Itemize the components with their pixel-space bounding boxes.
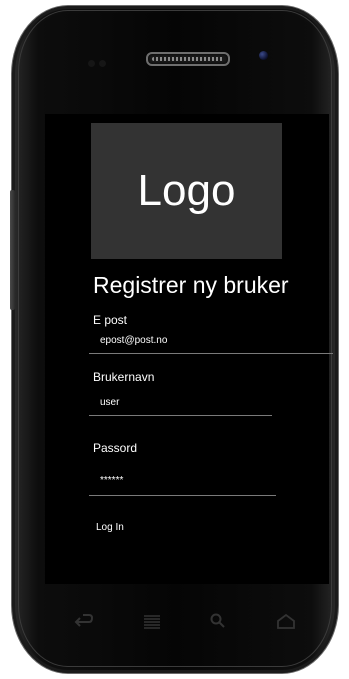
- login-button[interactable]: Log In: [96, 522, 124, 533]
- home-icon[interactable]: [274, 612, 298, 630]
- earpiece-speaker: [146, 52, 230, 66]
- password-field[interactable]: ******: [89, 471, 276, 496]
- volume-button: [10, 190, 15, 310]
- page-title: Registrer ny bruker: [93, 272, 289, 298]
- logo: Logo: [91, 123, 282, 259]
- menu-icon[interactable]: [140, 612, 164, 630]
- front-camera: [259, 51, 268, 60]
- search-icon[interactable]: [206, 612, 230, 630]
- front-sensors: [88, 54, 118, 67]
- username-value: user: [100, 397, 120, 408]
- password-label: Passord: [93, 441, 138, 455]
- email-value: epost@post.no: [100, 335, 168, 346]
- username-label: Brukernavn: [93, 370, 155, 384]
- back-icon[interactable]: [72, 612, 96, 630]
- email-field[interactable]: epost@post.no: [89, 329, 333, 354]
- username-field[interactable]: user: [89, 391, 272, 416]
- logo-text: Logo: [137, 166, 236, 215]
- password-value: ******: [100, 475, 124, 486]
- app-screen: Logo Registrer ny bruker E post epost@po…: [45, 114, 333, 584]
- system-navbar: [60, 606, 310, 636]
- email-label: E post: [93, 313, 128, 327]
